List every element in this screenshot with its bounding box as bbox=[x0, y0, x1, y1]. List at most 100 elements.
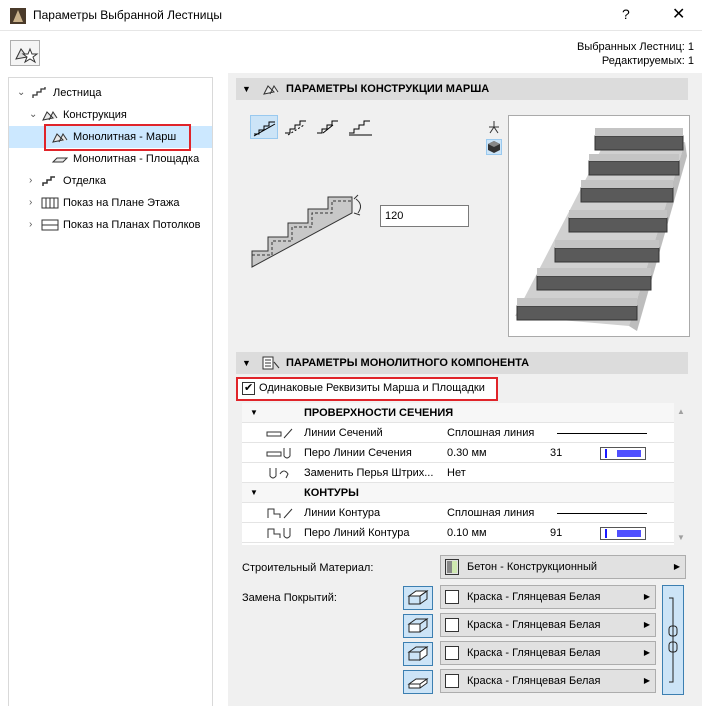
chevron-down-icon[interactable]: ⌄ bbox=[17, 82, 25, 104]
row-label: Перо Линий Контура bbox=[304, 527, 410, 539]
pen-color-swatch[interactable] bbox=[600, 447, 646, 460]
tree-label: Конструкция bbox=[63, 109, 127, 121]
row-value[interactable]: Сплошная линия bbox=[447, 423, 534, 443]
line-type-preview bbox=[557, 513, 647, 514]
tree-item-monolithic-landing[interactable]: Монолитная - Площадка bbox=[9, 148, 212, 170]
tree-item-ceiling-plan[interactable]: › Показ на Планах Потолков bbox=[9, 214, 212, 236]
surface-swatch bbox=[445, 590, 459, 604]
cut-line-icon bbox=[266, 428, 293, 439]
surface-popup-2[interactable]: Краска - Глянцевая Белая ▶ bbox=[440, 613, 656, 637]
section-header-flight-structure[interactable]: ▼ ПАРАМЕТРЫ КОНСТРУКЦИИ МАРША bbox=[236, 78, 688, 100]
grid-group-outlines[interactable]: ▼ КОНТУРЫ bbox=[242, 483, 674, 503]
surface-side-button-2[interactable] bbox=[403, 614, 433, 638]
popup-arrow-icon: ▶ bbox=[643, 648, 650, 657]
tripod-icon bbox=[489, 121, 499, 134]
grid-row-cut-lines[interactable]: Линии Сечений Сплошная линия bbox=[242, 423, 674, 443]
row-value[interactable]: Сплошная линия bbox=[447, 503, 534, 523]
material-value: Бетон - Конструкционный bbox=[467, 561, 598, 573]
section-header-monolithic-component[interactable]: ▼ ПАРАМЕТРЫ МОНОЛИТНОГО КОМПОНЕНТА bbox=[236, 352, 688, 374]
editable-count: Редактируемых: 1 bbox=[601, 55, 694, 67]
surface-popup-1[interactable]: Краска - Глянцевая Белая ▶ bbox=[440, 585, 656, 609]
floor-plan-icon bbox=[41, 197, 59, 209]
grid-row-outline-lines[interactable]: Линии Контура Сплошная линия bbox=[242, 503, 674, 523]
surface-bottom-icon bbox=[407, 678, 429, 689]
collapse-triangle-icon[interactable]: ▼ bbox=[242, 352, 251, 374]
row-label: Перо Линии Сечения bbox=[304, 447, 412, 459]
popup-arrow-icon: ▶ bbox=[643, 592, 650, 601]
surface-popup-3[interactable]: Краска - Глянцевая Белая ▶ bbox=[440, 641, 656, 665]
highlight-box bbox=[44, 124, 191, 151]
row-value[interactable]: 0.30 мм bbox=[447, 443, 487, 463]
pen-number: 91 bbox=[550, 527, 563, 539]
scroll-down-icon[interactable]: ▼ bbox=[677, 533, 685, 542]
landing-icon bbox=[51, 157, 69, 163]
chain-link-icon bbox=[668, 597, 678, 683]
favorites-button[interactable] bbox=[10, 40, 40, 66]
surface-top-icon bbox=[407, 590, 429, 605]
same-attributes-row[interactable]: Одинаковые Реквизиты Марша и Площадки bbox=[236, 377, 498, 401]
surface-front-icon bbox=[407, 618, 429, 633]
surface-popup-4[interactable]: Краска - Глянцевая Белая ▶ bbox=[440, 669, 656, 693]
view-3d-button[interactable] bbox=[486, 139, 502, 155]
link-surfaces-button[interactable] bbox=[662, 585, 684, 695]
surface-value: Краска - Глянцевая Белая bbox=[467, 675, 601, 687]
tree-item-stair[interactable]: ⌄ Лестница bbox=[9, 82, 212, 104]
surface-side-button-4[interactable] bbox=[403, 670, 433, 694]
row-value[interactable]: Нет bbox=[447, 463, 466, 483]
stair-profile-4-icon bbox=[349, 120, 372, 136]
stair-type-button-2[interactable] bbox=[282, 115, 310, 139]
grid-row-override-hatch-pens[interactable]: Заменить Перья Штрих... Нет bbox=[242, 463, 674, 483]
surface-side-button-1[interactable] bbox=[403, 586, 433, 610]
settings-panel: ▼ ПАРАМЕТРЫ КОНСТРУКЦИИ МАРША 120 ▼ ПАРА… bbox=[228, 73, 702, 706]
chevron-right-icon[interactable]: › bbox=[29, 170, 32, 192]
help-button[interactable]: ? bbox=[622, 6, 630, 22]
tree-item-finish[interactable]: › Отделка bbox=[9, 170, 212, 192]
tree-label: Отделка bbox=[63, 175, 106, 187]
surface-side-button-3[interactable] bbox=[403, 642, 433, 666]
row-label: Заменить Перья Штрих... bbox=[304, 467, 434, 479]
tree-item-structure[interactable]: ⌄ Конструкция bbox=[9, 104, 212, 126]
popup-arrow-icon: ▶ bbox=[643, 676, 650, 685]
popup-arrow-icon: ▶ bbox=[643, 620, 650, 629]
chevron-right-icon[interactable]: › bbox=[29, 192, 32, 214]
structure-icon bbox=[263, 85, 279, 95]
close-button[interactable]: ✕ bbox=[672, 4, 685, 24]
stair-type-button-3[interactable] bbox=[314, 115, 342, 139]
chevron-down-icon[interactable]: ⌄ bbox=[29, 104, 37, 126]
pen-color-swatch[interactable] bbox=[600, 527, 646, 540]
same-attributes-checkbox[interactable] bbox=[242, 381, 255, 395]
outline-line-icon bbox=[267, 508, 293, 519]
grid-row-outline-pen[interactable]: Перо Линий Контура 0.10 мм 91 bbox=[242, 523, 674, 543]
row-value[interactable]: 0.10 мм bbox=[447, 523, 487, 543]
surface-swatch bbox=[445, 618, 459, 632]
grid-row-cut-pen[interactable]: Перо Линии Сечения 0.30 мм 31 bbox=[242, 443, 674, 463]
surface-swatch bbox=[445, 646, 459, 660]
grid-group-cut-surfaces[interactable]: ▼ ПРОВЕРХНОСТИ СЕЧЕНИЯ bbox=[242, 403, 674, 423]
surface-value: Краска - Глянцевая Белая bbox=[467, 591, 601, 603]
building-material-label: Строительный Материал: bbox=[242, 562, 374, 574]
chevron-right-icon[interactable]: › bbox=[29, 214, 32, 236]
selected-count: Выбранных Лестниц: 1 bbox=[576, 41, 694, 53]
scroll-up-icon[interactable]: ▲ bbox=[677, 407, 685, 416]
surface-swatch bbox=[445, 674, 459, 688]
same-attributes-label: Одинаковые Реквизиты Марша и Площадки bbox=[259, 382, 485, 394]
surface-side-icon bbox=[407, 646, 429, 661]
stair-type-button-1[interactable] bbox=[250, 115, 278, 139]
pen-number: 31 bbox=[550, 447, 563, 459]
stair-type-button-4[interactable] bbox=[346, 115, 374, 139]
title-bar: Параметры Выбранной Лестницы ? ✕ bbox=[0, 0, 702, 31]
window-title: Параметры Выбранной Лестницы bbox=[33, 8, 222, 22]
collapse-triangle-icon[interactable]: ▼ bbox=[250, 483, 258, 503]
outline-pen-icon bbox=[267, 528, 291, 539]
collapse-triangle-icon[interactable]: ▼ bbox=[250, 403, 258, 423]
favorites-icon bbox=[15, 47, 39, 64]
building-material-popup[interactable]: Бетон - Конструкционный ▶ bbox=[440, 555, 686, 579]
thickness-input[interactable]: 120 bbox=[380, 205, 469, 227]
collapse-triangle-icon[interactable]: ▼ bbox=[242, 78, 251, 100]
grid-scrollbar[interactable]: ▲ ▼ bbox=[674, 403, 688, 545]
tree-item-floor-plan[interactable]: › Показ на Плане Этажа bbox=[9, 192, 212, 214]
view-2d-button[interactable] bbox=[486, 119, 502, 135]
stair-3d-preview bbox=[508, 115, 690, 337]
stair-icon bbox=[32, 87, 46, 98]
selection-info: Выбранных Лестниц: 1 Редактируемых: 1 bbox=[577, 40, 694, 68]
